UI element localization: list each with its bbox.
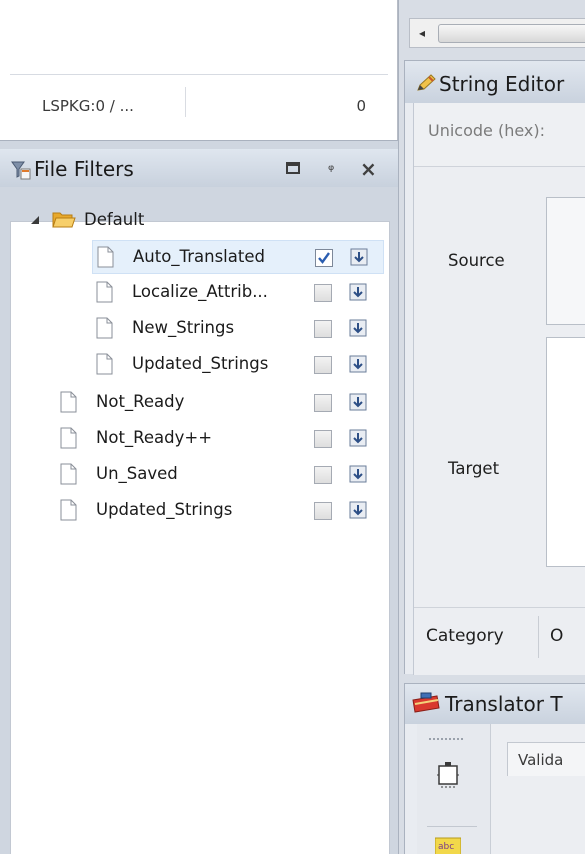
right-dock-area: ◂ String Editor Unicode (hex): Source Ta… [398,0,585,854]
filter-checkbox[interactable] [315,249,333,267]
scroll-left-arrow-icon[interactable]: ◂ [412,21,432,45]
translator-toolbox-panel: Translator T abc Valida [404,683,585,854]
tree-item-un-saved[interactable]: Un_Saved [56,458,384,492]
folder-open-icon [52,212,76,228]
toolbar-grip[interactable] [429,738,463,740]
tree-item-new-strings[interactable]: New_Strings [92,312,384,346]
tree-node-label: Default [84,210,145,229]
funnel-icon [11,161,31,180]
filter-checkbox[interactable] [314,430,332,448]
selection-frame-icon[interactable] [435,760,461,790]
document-icon [97,246,114,268]
status-row: LSPKG:0 / ... 0 [10,74,388,128]
toolbox-icon [412,692,440,713]
document-icon [96,353,113,375]
download-icon[interactable] [348,354,368,376]
tree-item-label: Updated_Strings [132,354,269,373]
download-icon[interactable] [349,247,369,269]
tree-item-not-ready[interactable]: Not_Ready [56,386,384,420]
footer-separator [538,616,539,658]
filter-checkbox[interactable] [314,502,332,520]
string-editor-footer: Category O [414,607,585,665]
tree-item-label: Auto_Translated [133,247,265,266]
toolbar-separator [427,826,477,827]
tree-item-updated-strings[interactable]: Updated_Strings [92,348,384,382]
string-editor-header: String Editor [405,61,585,103]
download-icon[interactable] [348,282,368,304]
string-editor-title: String Editor [439,72,565,96]
file-filters-title: File Filters [34,157,134,181]
tree-item-label: Not_Ready [96,392,185,411]
status-separator [185,87,186,117]
document-icon [96,281,113,303]
expand-arrow-icon[interactable] [30,215,40,225]
pencil-icon [417,74,436,91]
tree-item-label: Localize_Attrib... [132,282,268,301]
filter-checkbox[interactable] [314,466,332,484]
download-icon[interactable] [348,318,368,340]
tree-item-localize-attrib[interactable]: Localize_Attrib... [92,276,384,310]
document-icon [96,317,113,339]
toolbox-content: Valida [491,724,585,854]
target-text-box[interactable] [546,337,585,567]
tree-item-updated-strings-top[interactable]: Updated_Strings [56,494,384,528]
toolbox-vertical-toolbar: abc [417,724,491,854]
validate-tab-label: Valida [518,751,564,769]
status-right-count: 0 [356,97,366,115]
footer-next-label: O [550,626,564,646]
tree-item-auto-translated[interactable]: Auto_Translated [92,240,384,274]
file-filters-header: File Filters ᵠ × [0,149,398,187]
string-editor-body: Unicode (hex): Source Target Category O [413,103,585,675]
download-icon[interactable] [348,428,368,450]
target-label: Target [448,459,500,478]
translator-toolbox-header: Translator T [405,684,585,724]
category-label: Category [426,626,504,646]
translator-toolbox-title: Translator T [445,692,563,716]
svg-text:abc: abc [438,842,454,852]
tree-item-label: Un_Saved [96,464,178,483]
pin-icon[interactable]: ᵠ [328,161,334,179]
spellcheck-icon[interactable]: abc [435,836,461,854]
download-icon[interactable] [348,500,368,522]
tree-node-default[interactable]: Default [30,204,380,238]
scroll-thumb[interactable] [438,24,585,43]
filter-checkbox[interactable] [314,284,332,302]
horizontal-scrollbar[interactable]: ◂ [409,18,585,48]
status-left-text: LSPKG:0 / ... [42,97,134,115]
filter-checkbox[interactable] [314,356,332,374]
document-icon [60,427,77,449]
unicode-hex-label: Unicode (hex): [428,121,546,140]
filter-checkbox[interactable] [314,320,332,338]
download-icon[interactable] [348,392,368,414]
string-editor-panel: String Editor Unicode (hex): Source Targ… [404,60,585,675]
document-icon [60,463,77,485]
source-label: Source [448,251,505,270]
source-text-box[interactable] [546,197,585,325]
download-icon[interactable] [348,464,368,486]
unicode-row: Unicode (hex): [414,103,585,167]
top-left-panel: LSPKG:0 / ... 0 [0,0,398,140]
document-icon [60,391,77,413]
window-restore-icon[interactable] [286,162,300,174]
filter-checkbox[interactable] [314,394,332,412]
tree-item-not-ready-plus[interactable]: Not_Ready++ [56,422,384,456]
document-icon [60,499,77,521]
close-icon[interactable]: × [360,157,377,181]
tree-item-label: Updated_Strings [96,500,233,519]
tree-item-label: Not_Ready++ [96,428,213,447]
tree-item-label: New_Strings [132,318,235,337]
tab-validate[interactable]: Valida [507,742,585,776]
